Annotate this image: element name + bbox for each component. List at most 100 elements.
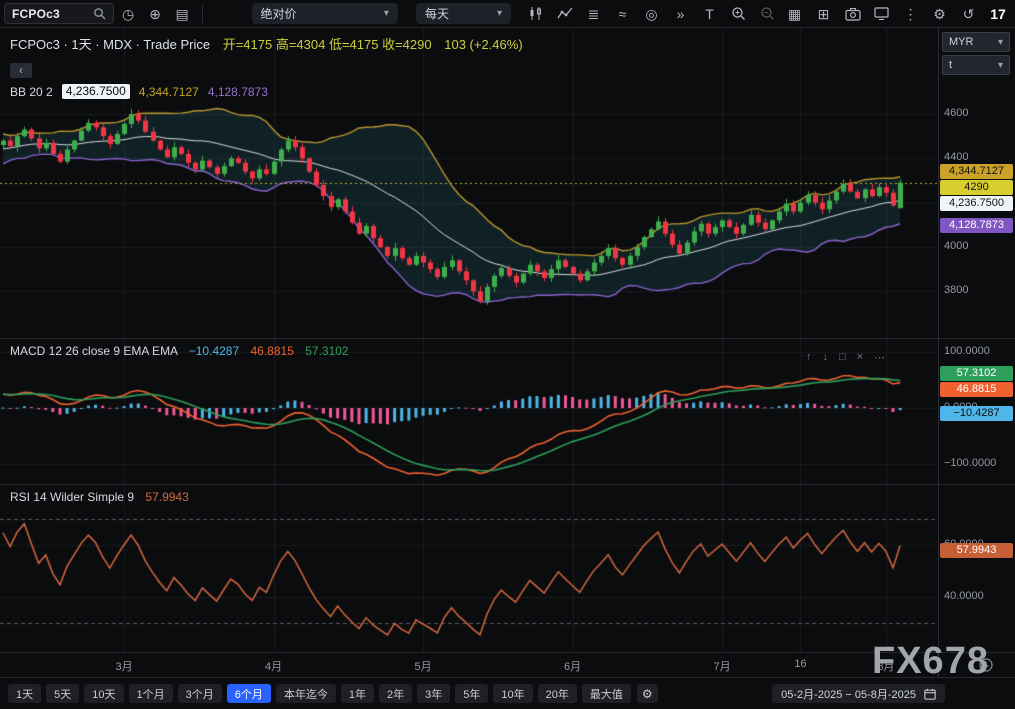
interval-label: 每天: [425, 5, 449, 22]
unit-label: t: [949, 59, 952, 71]
range-buttons: 1天 5天 10天 1个月 3个月 6个月本年迄今 1年 2年 3年 5年 10年 20年最大值: [8, 684, 631, 703]
range-settings-icon[interactable]: ⚙: [637, 684, 658, 703]
top-toolbar: FCPOc3 ◷ ⊕ ▤ 绝对价 ▾ 每天 ▾ ≣ ≈ ◎ »: [0, 0, 1015, 28]
pane-separator[interactable]: [0, 338, 1015, 339]
time-axis[interactable]: 3月4月5月6月7月168月: [0, 653, 938, 677]
range-button-5年[interactable]: 5年: [455, 684, 488, 703]
price-axis[interactable]: [939, 28, 1015, 652]
layout-add-icon[interactable]: ⊞: [811, 2, 836, 26]
pane-separator[interactable]: [0, 484, 1015, 485]
chart-legend: FCPOc3 · 1天 · MDX · Trade Price 开=4175 高…: [10, 34, 523, 53]
add-symbol-icon[interactable]: ⊕: [143, 2, 168, 26]
time-axis-label: 3月: [115, 658, 132, 674]
symbol-name: FCPOc3: [12, 7, 60, 21]
legend-title[interactable]: FCPOc3 · 1天 · MDX · Trade Price: [10, 37, 210, 52]
rsi-legend: RSI 14 Wilder Simple 9 57.9943: [10, 490, 189, 504]
date-range-label: 05-2月-2025 − 05-8月-2025: [781, 686, 916, 702]
replay-icon[interactable]: »: [668, 2, 693, 26]
rsi-canvas[interactable]: [0, 485, 938, 652]
price-mode-dropdown[interactable]: 绝对价 ▾: [252, 3, 398, 24]
alert-icon[interactable]: ◎: [639, 2, 664, 26]
range-button-5天[interactable]: 5天: [46, 684, 79, 703]
price-axis-label: 100.0000: [944, 345, 990, 357]
price-axis-label: 4400: [944, 151, 968, 163]
price-axis-label: 4600: [944, 107, 968, 119]
maximize-pane-icon[interactable]: □: [839, 351, 846, 364]
range-button-本年迄今[interactable]: 本年迄今: [276, 684, 336, 703]
indicators-icon[interactable]: [552, 2, 577, 26]
last-price-badge: 4290: [940, 180, 1013, 195]
pane-more-icon[interactable]: ⋯: [874, 351, 885, 364]
bb-lower-value: 4,128.7873: [208, 85, 268, 99]
time-axis-label: 4月: [265, 658, 282, 674]
macd-line-badge: 46.8815: [940, 382, 1013, 397]
currency-label: MYR: [949, 36, 973, 48]
price-mode-label: 绝对价: [261, 5, 297, 22]
zoom-in-icon[interactable]: [726, 2, 751, 26]
macd-hist-value: −10.4287: [189, 344, 239, 358]
range-button-20年[interactable]: 20年: [538, 684, 577, 703]
macd-line-value: 46.8815: [250, 344, 293, 358]
macd-hist-badge: −10.4287: [940, 406, 1013, 421]
range-button-最大值[interactable]: 最大值: [582, 684, 631, 703]
folder-icon[interactable]: ▤: [170, 2, 195, 26]
chevron-down-icon: ▾: [998, 60, 1003, 71]
legend-ohlc: 开=4175 高=4304 低=4175 收=4290: [223, 37, 432, 52]
rsi-badge: 57.9943: [940, 543, 1013, 558]
close-pane-icon[interactable]: ×: [857, 351, 863, 364]
range-button-3年[interactable]: 3年: [417, 684, 450, 703]
range-button-10天[interactable]: 10天: [84, 684, 123, 703]
range-button-6个月[interactable]: 6个月: [227, 684, 271, 703]
templates-icon[interactable]: ≣: [581, 2, 606, 26]
legend-change: 103 (+2.46%): [444, 37, 522, 52]
text-tool-icon[interactable]: T: [697, 2, 722, 26]
range-button-1个月[interactable]: 1个月: [129, 684, 173, 703]
chevron-down-icon: ▾: [497, 8, 502, 19]
chevron-down-icon: ▾: [998, 37, 1003, 48]
time-axis-label: 7月: [714, 658, 731, 674]
settings-icon[interactable]: ⚙: [927, 2, 952, 26]
rsi-title[interactable]: RSI 14 Wilder Simple 9: [10, 490, 134, 504]
macd-legend: MACD 12 26 close 9 EMA EMA −10.4287 46.8…: [10, 344, 349, 358]
range-button-10年[interactable]: 10年: [493, 684, 532, 703]
table-icon[interactable]: ▦: [782, 2, 807, 26]
time-axis-label: 5月: [415, 658, 432, 674]
bb-basis-value: 4,236.7500: [62, 84, 130, 99]
bottom-toolbar: 1天5天10天1个月3个月6个月本年迄今1年2年3年5年10年20年最大值 ⚙ …: [0, 678, 1015, 709]
tradingview-logo[interactable]: 17: [985, 2, 1011, 26]
trading-app: FCPOc3 ◷ ⊕ ▤ 绝对价 ▾ 每天 ▾ ≣ ≈ ◎ »: [0, 0, 1015, 709]
screenshot-icon[interactable]: [840, 2, 865, 26]
scale-unit-box: MYR ▾ t ▾: [942, 32, 1010, 78]
unit-dropdown[interactable]: t ▾: [942, 55, 1010, 75]
more-icon[interactable]: ⋮: [898, 2, 923, 26]
back-button[interactable]: ‹: [10, 63, 32, 78]
range-button-1天[interactable]: 1天: [8, 684, 41, 703]
history-icon[interactable]: ◷: [116, 2, 141, 26]
compare-icon[interactable]: ≈: [610, 2, 635, 26]
time-axis-label: 6月: [564, 658, 581, 674]
bb-title[interactable]: BB 20 2: [10, 85, 53, 99]
symbol-search[interactable]: FCPOc3: [4, 3, 114, 24]
zoom-out-icon[interactable]: [755, 2, 780, 26]
fullscreen-icon[interactable]: [869, 2, 894, 26]
time-axis-label: 16: [794, 658, 806, 670]
chart-style-icon[interactable]: [523, 2, 548, 26]
toolbar-divider: [202, 5, 203, 23]
range-button-3个月[interactable]: 3个月: [178, 684, 222, 703]
calendar-icon: [924, 688, 936, 700]
search-icon: [93, 7, 106, 20]
chevron-down-icon: ▾: [384, 8, 389, 19]
date-range-button[interactable]: 05-2月-2025 − 05-8月-2025: [772, 684, 945, 703]
interval-dropdown[interactable]: 每天 ▾: [416, 3, 511, 24]
rsi-value: 57.9943: [145, 490, 188, 504]
move-pane-up-icon[interactable]: ↑: [806, 351, 812, 364]
macd-title[interactable]: MACD 12 26 close 9 EMA EMA: [10, 344, 177, 358]
price-axis-label: 40.0000: [944, 590, 984, 602]
main-chart-canvas[interactable]: [0, 28, 938, 338]
range-button-1年[interactable]: 1年: [341, 684, 374, 703]
currency-dropdown[interactable]: MYR ▾: [942, 32, 1010, 52]
undo-icon[interactable]: ↺: [956, 2, 981, 26]
range-button-2年[interactable]: 2年: [379, 684, 412, 703]
macd-canvas[interactable]: [0, 339, 938, 484]
move-pane-down-icon[interactable]: ↓: [823, 351, 829, 364]
